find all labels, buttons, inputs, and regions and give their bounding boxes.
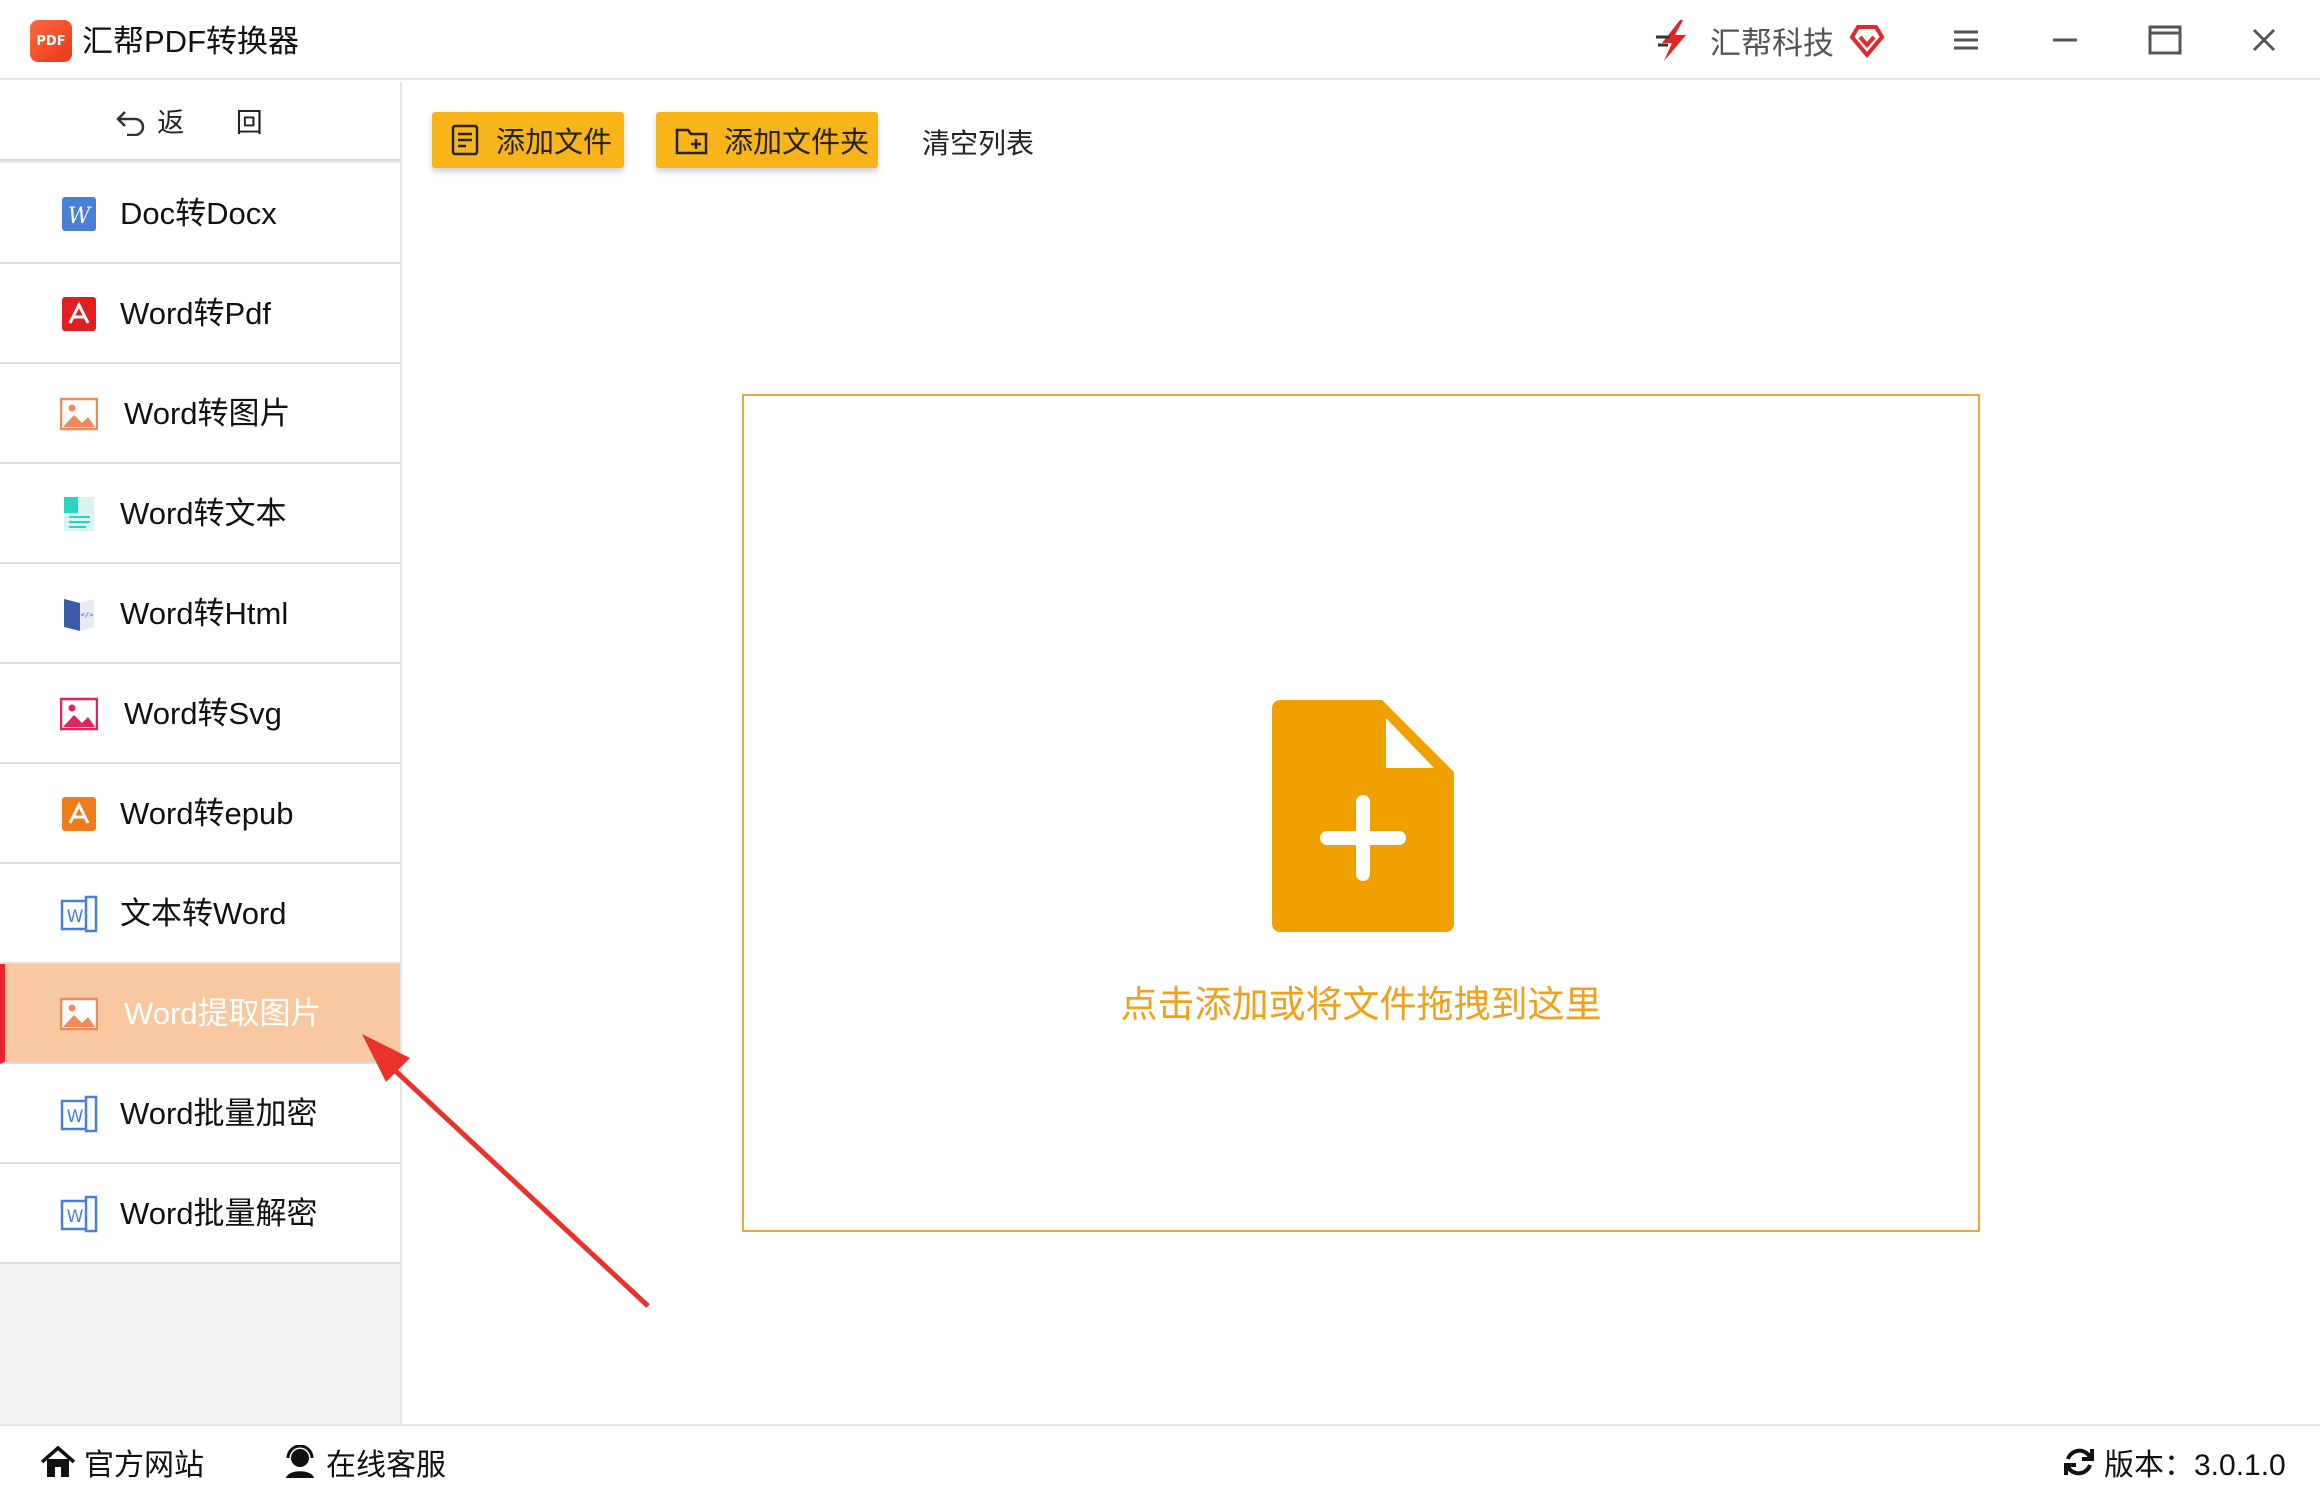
add-document-icon: [1272, 700, 1454, 932]
sidebar-item-word-extract-images[interactable]: Word提取图片: [0, 964, 400, 1064]
html-book-icon: </>: [64, 599, 94, 631]
sidebar-item-label: Word批量加密: [120, 1096, 318, 1131]
refresh-icon: [2064, 1448, 2094, 1476]
app-title: 汇帮PDF转换器: [82, 24, 299, 59]
sidebar-item-label: Word提取图片: [124, 996, 322, 1031]
sidebar-item-label: Word转Pdf: [120, 296, 272, 331]
image-icon: [60, 397, 98, 431]
sidebar-item-label: Word转Svg: [124, 696, 282, 731]
sidebar-item-text-to-word[interactable]: W 文本转Word: [0, 864, 400, 964]
sidebar-item-word-to-pdf[interactable]: Word转Pdf: [0, 264, 400, 364]
epub-icon: [62, 797, 96, 831]
menu-icon[interactable]: [1944, 18, 1988, 62]
pdf-acrobat-icon: [62, 297, 96, 331]
minimize-icon[interactable]: [2043, 18, 2087, 62]
word-outline-icon: W: [60, 1195, 98, 1233]
sidebar-item-word-to-image[interactable]: Word转图片: [0, 364, 400, 464]
app-window: PDF 汇帮PDF转换器 汇帮科技 返 回 W Doc转Docx Word转Pd…: [0, 0, 2320, 1490]
sidebar-item-label: Word转文本: [120, 496, 287, 531]
sidebar-item-word-to-epub[interactable]: Word转epub: [0, 764, 400, 864]
text-doc-icon: [64, 497, 94, 531]
maximize-icon[interactable]: [2143, 18, 2187, 62]
svg-text:</>: </>: [81, 611, 94, 619]
brand: 汇帮科技: [1650, 16, 1886, 64]
word-outline-icon: W: [60, 1095, 98, 1133]
sidebar-item-word-batch-decrypt[interactable]: W Word批量解密: [0, 1164, 400, 1264]
conversion-menu: W Doc转Docx Word转Pdf Word转图片 Word转文本 </> …: [0, 164, 400, 1264]
home-icon: [40, 1445, 76, 1477]
official-website-label: 官方网站: [84, 1449, 204, 1482]
svg-image-icon: [60, 697, 98, 731]
file-drop-zone[interactable]: 点击添加或将文件拖拽到这里: [742, 394, 1980, 1232]
brand-name: 汇帮科技: [1710, 25, 1834, 61]
image-icon: [60, 997, 98, 1031]
close-icon[interactable]: [2242, 18, 2286, 62]
add-file-label: 添加文件: [496, 127, 613, 159]
sidebar-item-label: Doc转Docx: [120, 196, 277, 231]
svg-text:W: W: [67, 1207, 84, 1227]
title-bar: PDF 汇帮PDF转换器 汇帮科技: [0, 0, 2320, 80]
back-arrow-icon: [116, 110, 145, 136]
sidebar-item-label: 文本转Word: [120, 896, 287, 931]
add-file-button[interactable]: 添加文件: [432, 112, 624, 168]
app-logo-text: PDF: [36, 33, 66, 49]
svg-text:W: W: [67, 907, 84, 927]
sidebar-item-word-to-text[interactable]: Word转文本: [0, 464, 400, 564]
word-outline-icon: W: [60, 895, 98, 933]
svg-text:W: W: [68, 204, 93, 229]
online-support-link[interactable]: 在线客服: [282, 1440, 446, 1484]
sidebar-item-doc-to-docx[interactable]: W Doc转Docx: [0, 164, 400, 264]
official-website-link[interactable]: 官方网站: [40, 1440, 204, 1484]
add-folder-icon: [675, 128, 708, 155]
support-agent-icon: [286, 1445, 314, 1478]
vip-heart-icon[interactable]: [1848, 21, 1886, 59]
add-file-icon: [451, 124, 479, 156]
clear-list-button[interactable]: 清空列表: [922, 122, 1034, 162]
sidebar-item-word-batch-encrypt[interactable]: W Word批量加密: [0, 1064, 400, 1164]
version-label: 版本：3.0.1.0: [2104, 1449, 2286, 1482]
svg-text:W: W: [67, 1107, 84, 1127]
online-support-label: 在线客服: [326, 1449, 446, 1482]
sidebar-item-word-to-svg[interactable]: Word转Svg: [0, 664, 400, 764]
word-w-icon: W: [62, 197, 96, 231]
status-bar: 官方网站 在线客服 版本：3.0.1.0: [0, 1424, 2320, 1490]
sidebar-item-label: Word转epub: [120, 796, 294, 831]
add-folder-label: 添加文件夹: [724, 127, 870, 159]
back-button[interactable]: 返 回: [0, 82, 400, 162]
sidebar-item-label: Word转Html: [120, 596, 289, 631]
add-folder-button[interactable]: 添加文件夹: [656, 112, 878, 168]
brand-logo-icon: [1656, 20, 1686, 61]
sidebar-item-label: Word批量解密: [120, 1196, 318, 1231]
drop-zone-hint: 点击添加或将文件拖拽到这里: [1120, 984, 1602, 1025]
sidebar: 返 回 W Doc转Docx Word转Pdf Word转图片 Word转文本 …: [0, 82, 402, 1424]
sidebar-item-word-to-html[interactable]: </> Word转Html: [0, 564, 400, 664]
app-logo-icon: PDF: [30, 20, 72, 62]
back-label: 返 回: [157, 108, 285, 138]
version-info[interactable]: 版本：3.0.1.0: [2062, 1440, 2286, 1484]
sidebar-item-label: Word转图片: [124, 396, 291, 431]
